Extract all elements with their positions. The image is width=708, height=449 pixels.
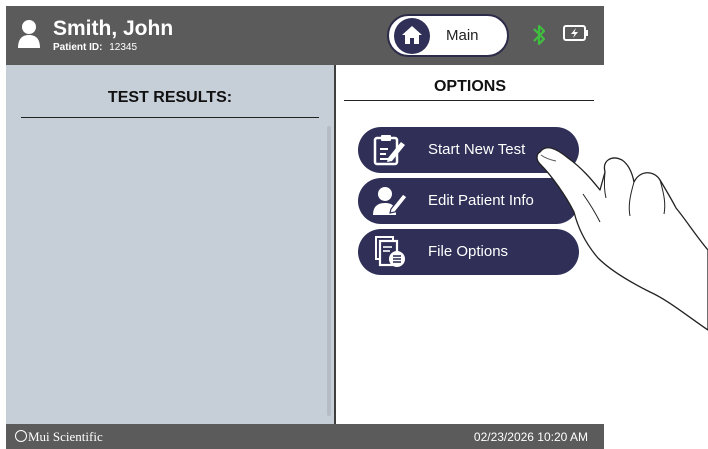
pointing-hand-icon: [536, 147, 708, 331]
